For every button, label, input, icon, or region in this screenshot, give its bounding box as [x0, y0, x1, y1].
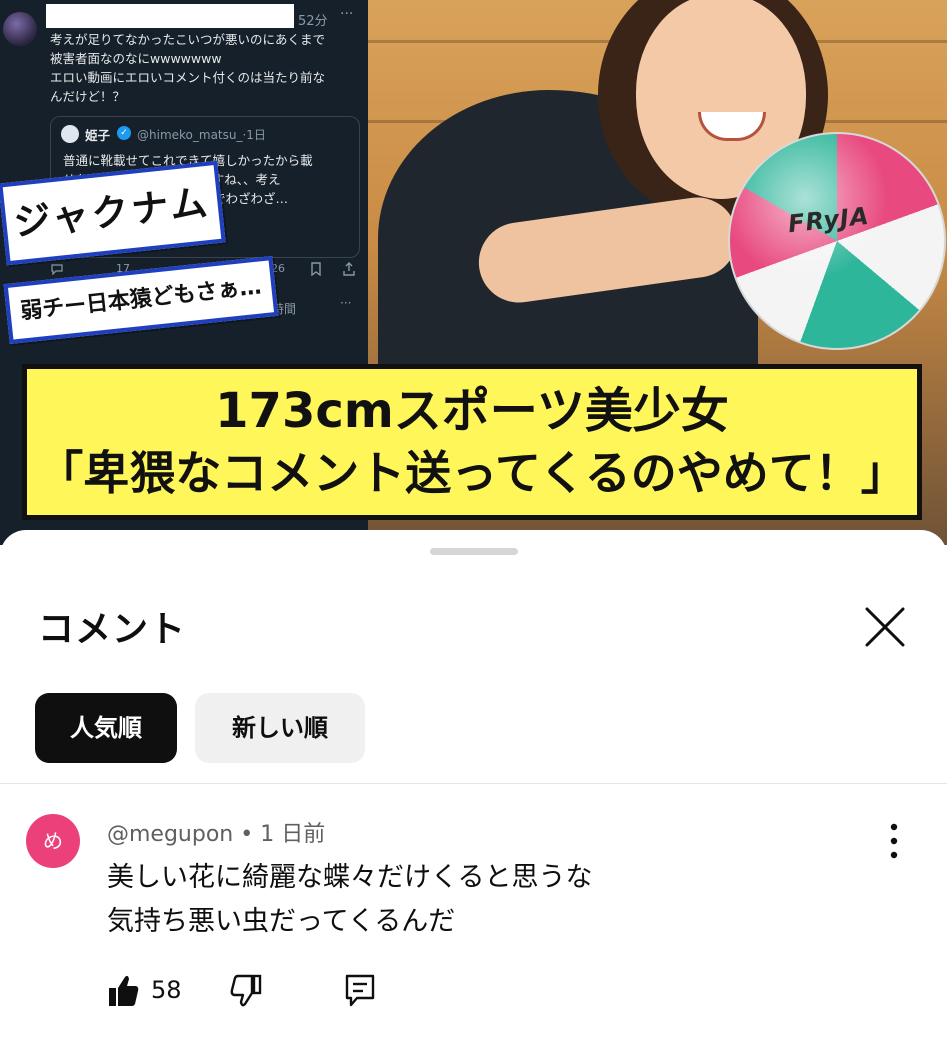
- divider: [0, 783, 947, 784]
- redacted-name: [46, 4, 294, 28]
- share-icon: [342, 262, 356, 279]
- quoted-avatar: [61, 125, 79, 143]
- tweet-avatar: [3, 12, 37, 46]
- comment-line: 美しい花に綺麗な蝶々だけくると思うな: [107, 862, 593, 893]
- drag-handle[interactable]: [430, 548, 518, 555]
- reply-icon: [50, 262, 64, 279]
- like-count: 58: [151, 976, 182, 1004]
- reply-comment-icon: [345, 974, 375, 1007]
- more-vertical-icon: [890, 823, 898, 859]
- tweet-text: 考えが足りてなかったこいつが悪いのにあくまで 被害者面なのなにwwwwwww エ…: [50, 32, 326, 104]
- chip-newest[interactable]: 新しい順: [195, 693, 365, 763]
- tweet-faded-more-icon: ···: [340, 296, 352, 310]
- like-button[interactable]: [107, 971, 141, 1011]
- thumbs-up-icon: [109, 975, 139, 1006]
- tweet-more-icon: ···: [340, 6, 354, 22]
- dislike-button[interactable]: [229, 971, 263, 1011]
- chip-top-comments[interactable]: 人気順: [35, 693, 177, 763]
- quoted-handle: @himeko_matsu_·1日: [137, 128, 266, 142]
- comment-line: 気持ち悪い虫だってくるんだ: [107, 906, 456, 937]
- title-banner: 173cmスポーツ美少女 「卑猥なコメント送ってくるのやめて！」: [22, 364, 922, 520]
- thumbs-down-icon: [230, 974, 262, 1007]
- comment-author[interactable]: @megupon: [107, 822, 233, 847]
- close-button[interactable]: [858, 600, 912, 654]
- verified-badge-icon: ✓: [117, 126, 131, 140]
- quoted-name: 姫子: [85, 128, 111, 143]
- banner-line-1: 173cmスポーツ美少女: [215, 383, 729, 439]
- avatar[interactable]: め: [26, 814, 80, 868]
- comment-meta: @megupon • 1 日前: [107, 816, 325, 848]
- reply-button[interactable]: [343, 971, 377, 1011]
- comment-more-button[interactable]: [876, 818, 912, 864]
- volleyball-icon: [728, 132, 946, 350]
- comment-text: 美しい花に綺麗な蝶々だけくると思うな 気持ち悪い虫だってくるんだ: [107, 856, 592, 944]
- comment-time: 1 日前: [260, 822, 326, 847]
- bookmark-icon: [310, 262, 322, 279]
- meta-separator: •: [233, 822, 261, 847]
- tweet-time: 52分: [298, 14, 328, 29]
- video-thumbnail[interactable]: 52分 ··· 考えが足りてなかったこいつが悪いのにあくまで 被害者面なのなにw…: [0, 0, 947, 545]
- comments-sheet: コメント 人気順 新しい順 め @megupon • 1 日前 美しい花に綺麗な…: [0, 530, 947, 1051]
- sheet-title: コメント: [38, 609, 187, 650]
- close-icon: [865, 607, 905, 647]
- banner-line-2: 「卑猥なコメント送ってくるのやめて！」: [37, 446, 907, 500]
